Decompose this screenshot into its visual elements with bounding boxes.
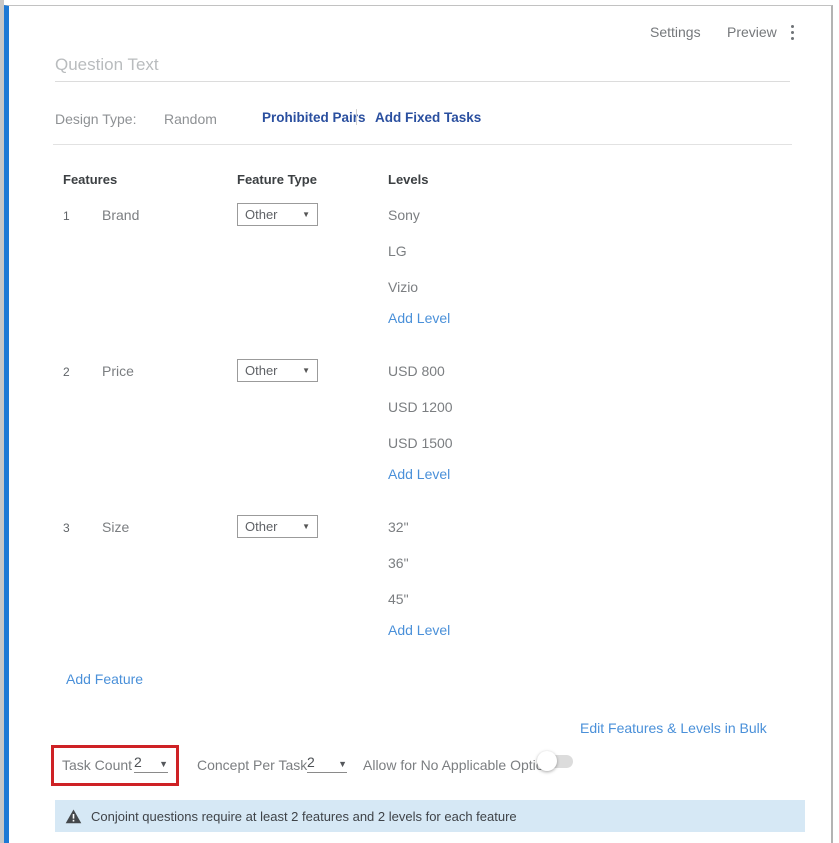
feature-type-select[interactable]: Other ▼ <box>237 203 318 226</box>
feature-name[interactable]: Price <box>102 362 134 380</box>
link-separator <box>356 109 357 125</box>
add-fixed-tasks-link[interactable]: Add Fixed Tasks <box>375 110 481 125</box>
question-text-input[interactable] <box>55 48 790 82</box>
level-value[interactable]: USD 1500 <box>388 434 453 452</box>
task-count-label: Task Count <box>62 756 132 774</box>
feature-index: 2 <box>63 365 70 379</box>
feature-name[interactable]: Brand <box>102 206 139 224</box>
concept-per-task-select[interactable]: 2 ▼ <box>307 754 347 773</box>
settings-link[interactable]: Settings <box>650 24 701 40</box>
dropdown-arrow-icon: ▼ <box>302 210 310 219</box>
design-type-value[interactable]: Random <box>164 110 217 128</box>
level-value[interactable]: LG <box>388 242 407 260</box>
kebab-menu-icon[interactable] <box>789 23 796 42</box>
feature-type-column-header: Feature Type <box>237 172 317 187</box>
level-value[interactable]: USD 1200 <box>388 398 453 416</box>
level-value[interactable]: 32" <box>388 518 409 536</box>
levels-column-header: Levels <box>388 172 428 187</box>
caret-down-icon: ▼ <box>159 758 168 770</box>
level-value[interactable]: 45" <box>388 590 409 608</box>
features-column-header: Features <box>63 172 117 187</box>
warning-icon <box>65 809 82 824</box>
feature-type-select[interactable]: Other ▼ <box>237 359 318 382</box>
bulk-edit-link[interactable]: Edit Features & Levels in Bulk <box>580 720 767 736</box>
feature-index: 1 <box>63 209 70 223</box>
feature-row: 2 Price Other ▼ USD 800 USD 1200 USD 150… <box>0 358 839 508</box>
dropdown-arrow-icon: ▼ <box>302 522 310 531</box>
level-value[interactable]: Sony <box>388 206 420 224</box>
task-count-select[interactable]: 2 ▼ <box>134 754 168 773</box>
add-level-link[interactable]: Add Level <box>388 466 450 482</box>
add-level-link[interactable]: Add Level <box>388 622 450 638</box>
no-applicable-option-toggle[interactable] <box>537 751 575 771</box>
prohibited-pairs-link[interactable]: Prohibited Pairs <box>262 110 366 125</box>
warning-banner: Conjoint questions require at least 2 fe… <box>55 800 805 832</box>
add-feature-link[interactable]: Add Feature <box>66 671 143 687</box>
concept-per-task-label: Concept Per Task <box>197 756 307 774</box>
toggle-knob <box>537 751 557 771</box>
conjoint-question-editor: Settings Preview Design Type: Random Pro… <box>0 0 839 843</box>
feature-row: 3 Size Other ▼ 32" 36" 45" Add Level <box>0 514 839 664</box>
feature-name[interactable]: Size <box>102 518 129 536</box>
design-type-label: Design Type: <box>55 110 136 128</box>
dropdown-arrow-icon: ▼ <box>302 366 310 375</box>
warning-text: Conjoint questions require at least 2 fe… <box>91 809 517 824</box>
feature-index: 3 <box>63 521 70 535</box>
add-level-link[interactable]: Add Level <box>388 310 450 326</box>
caret-down-icon: ▼ <box>338 758 347 770</box>
level-value[interactable]: Vizio <box>388 278 418 296</box>
feature-row: 1 Brand Other ▼ Sony LG Vizio Add Level <box>0 202 839 352</box>
level-value[interactable]: 36" <box>388 554 409 572</box>
preview-link[interactable]: Preview <box>727 24 777 40</box>
level-value[interactable]: USD 800 <box>388 362 445 380</box>
feature-type-select[interactable]: Other ▼ <box>237 515 318 538</box>
section-divider <box>53 144 792 145</box>
no-applicable-option-label: Allow for No Applicable Option <box>363 756 551 774</box>
